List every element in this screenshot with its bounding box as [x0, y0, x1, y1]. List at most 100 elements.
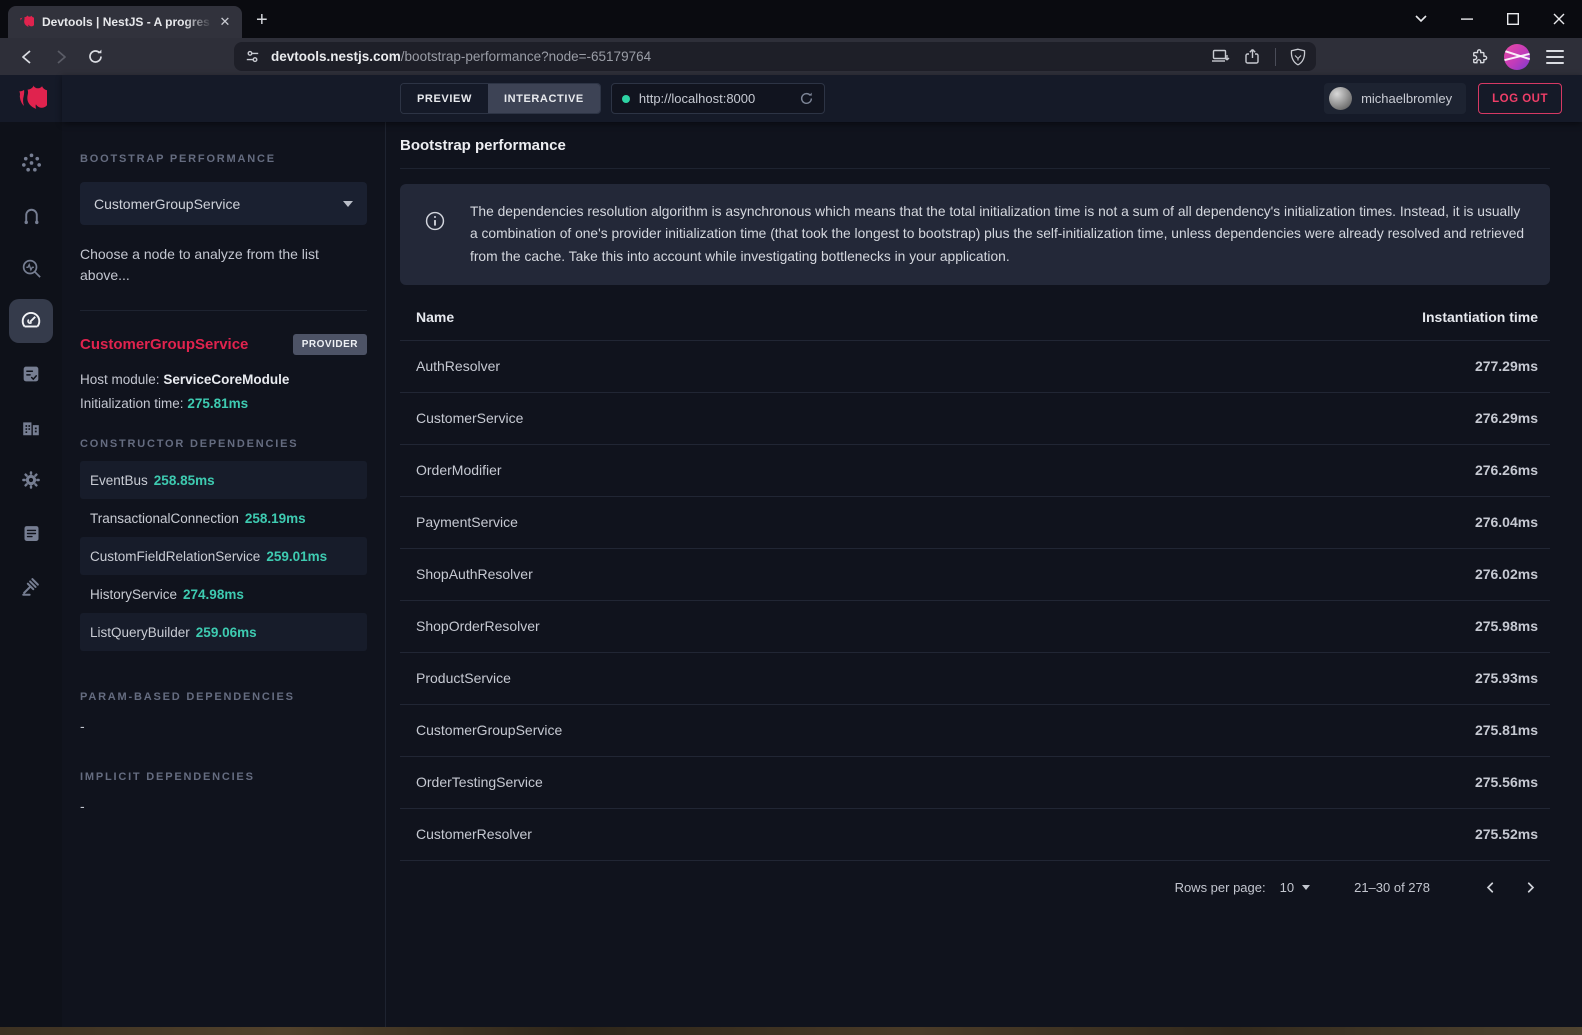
logout-button[interactable]: LOG OUT [1478, 83, 1562, 114]
table-row: CustomerResolver275.52ms [400, 808, 1550, 860]
target-url-field[interactable] [611, 83, 825, 114]
cell-name: AuthResolver [400, 340, 1030, 392]
dependency-item[interactable]: ListQueryBuilder 259.06ms [80, 613, 367, 651]
host-module-value: ServiceCoreModule [163, 372, 289, 387]
url-path: /bootstrap-performance?node=-65179764 [401, 49, 651, 64]
implicit-deps-empty: - [80, 798, 367, 814]
selected-node-name: CustomerGroupService [80, 336, 248, 353]
node-select[interactable]: CustomerGroupService [80, 182, 367, 225]
table-row: ShopOrderResolver275.98ms [400, 600, 1550, 652]
target-url-input[interactable] [639, 91, 779, 106]
dependency-name: TransactionalConnection [90, 511, 239, 526]
performance-gauge-icon[interactable] [9, 299, 53, 343]
maximize-icon[interactable] [1490, 0, 1536, 38]
user-avatar [1329, 87, 1352, 110]
tab-search-icon[interactable] [1398, 0, 1444, 38]
cell-instantiation-time: 275.52ms [1030, 808, 1550, 860]
cell-name: OrderModifier [400, 444, 1030, 496]
cell-instantiation-time: 275.98ms [1030, 600, 1550, 652]
dependency-time: 259.01ms [266, 549, 327, 564]
browser-titlebar: Devtools | NestJS - A progressive ✕ + [0, 0, 1582, 38]
profile-avatar[interactable] [1504, 44, 1530, 70]
minimize-icon[interactable] [1444, 0, 1490, 38]
rows-per-page-select[interactable]: 10 [1280, 880, 1310, 895]
table-row: OrderTestingService275.56ms [400, 756, 1550, 808]
user-chip[interactable]: michaelbromley [1324, 83, 1466, 114]
desktop-wallpaper-sliver [0, 1027, 1582, 1035]
param-deps-title: PARAM-BASED DEPENDENCIES [80, 691, 367, 703]
site-settings-icon[interactable] [244, 48, 261, 65]
cell-name: ShopOrderResolver [400, 600, 1030, 652]
address-bar[interactable]: devtools.nestjs.com/bootstrap-performanc… [234, 42, 1316, 71]
menu-icon[interactable] [1546, 50, 1564, 64]
table-row: ProductService275.93ms [400, 652, 1550, 704]
cell-name: ShopAuthResolver [400, 548, 1030, 600]
cell-instantiation-time: 276.26ms [1030, 444, 1550, 496]
gavel-icon[interactable] [9, 564, 53, 608]
next-page-icon[interactable] [1510, 879, 1550, 896]
cell-instantiation-time: 276.02ms [1030, 548, 1550, 600]
cell-name: ProductService [400, 652, 1030, 704]
cell-name: CustomerService [400, 392, 1030, 444]
inspector-icon[interactable] [9, 246, 53, 290]
tab-favicon-nestjs [18, 14, 34, 30]
share-icon[interactable] [1244, 48, 1261, 65]
dependency-time: 274.98ms [183, 587, 244, 602]
cell-name: OrderTestingService [400, 756, 1030, 808]
preview-tab[interactable]: PREVIEW [401, 84, 488, 113]
graph-icon[interactable] [9, 140, 53, 184]
cell-instantiation-time: 276.29ms [1030, 392, 1550, 444]
new-tab-button[interactable]: + [256, 9, 268, 32]
app-header: PREVIEW INTERACTIVE michaelbromley LOG O… [62, 75, 1582, 122]
pagination-range: 21–30 of 278 [1354, 880, 1430, 895]
send-to-device-icon[interactable] [1211, 49, 1230, 64]
routes-icon[interactable] [9, 193, 53, 237]
dependency-item[interactable]: EventBus258.85ms [80, 461, 367, 499]
brave-shield-icon[interactable] [1290, 48, 1306, 66]
checklist-icon[interactable] [9, 352, 53, 396]
cell-name: CustomerResolver [400, 808, 1030, 860]
browser-tab[interactable]: Devtools | NestJS - A progressive ✕ [8, 6, 242, 38]
dependency-item[interactable]: HistoryService 274.98ms [80, 575, 367, 613]
dependency-name: CustomFieldRelationService [90, 549, 260, 564]
column-header-time: Instantiation time [1030, 294, 1550, 340]
dependency-item[interactable]: CustomFieldRelationService 259.01ms [80, 537, 367, 575]
refresh-icon[interactable] [799, 91, 814, 106]
url-domain: devtools.nestjs.com [271, 49, 401, 64]
forward-icon[interactable] [48, 44, 74, 70]
previous-page-icon[interactable] [1470, 879, 1510, 896]
dependency-time: 258.85ms [154, 473, 215, 488]
reload-icon[interactable] [82, 44, 108, 70]
param-deps-empty: - [80, 718, 367, 734]
cell-instantiation-time: 277.29ms [1030, 340, 1550, 392]
cell-instantiation-time: 275.81ms [1030, 704, 1550, 756]
table-row: CustomerGroupService275.81ms [400, 704, 1550, 756]
extensions-icon[interactable] [1469, 47, 1488, 66]
nestjs-logo[interactable] [0, 75, 62, 122]
gear-icon[interactable] [9, 458, 53, 502]
provider-badge: PROVIDER [293, 334, 367, 355]
rows-per-page-caret-icon [1302, 885, 1310, 890]
table-row: ShopAuthResolver276.02ms [400, 548, 1550, 600]
dependency-time: 259.06ms [196, 625, 257, 640]
connection-status-dot [622, 95, 630, 103]
performance-table: Name Instantiation time AuthResolver277.… [400, 294, 1550, 861]
close-icon[interactable] [1536, 0, 1582, 38]
info-icon [424, 210, 446, 237]
node-select-value: CustomerGroupService [94, 196, 240, 212]
interactive-tab[interactable]: INTERACTIVE [488, 84, 600, 113]
modules-icon[interactable] [9, 405, 53, 449]
dependency-name: ListQueryBuilder [90, 625, 190, 640]
page-title: Bootstrap performance [400, 122, 1550, 169]
dependency-name: HistoryService [90, 587, 177, 602]
host-module-row: Host module: ServiceCoreModule [80, 372, 367, 387]
cell-instantiation-time: 275.93ms [1030, 652, 1550, 704]
implicit-deps-title: IMPLICIT DEPENDENCIES [80, 771, 367, 783]
column-header-name: Name [400, 294, 1030, 340]
logs-icon[interactable] [9, 511, 53, 555]
cell-name: CustomerGroupService [400, 704, 1030, 756]
info-text: The dependencies resolution algorithm is… [470, 201, 1526, 268]
back-icon[interactable] [14, 44, 40, 70]
dependency-item[interactable]: TransactionalConnection258.19ms [80, 499, 367, 537]
tab-close-icon[interactable]: ✕ [216, 13, 234, 31]
